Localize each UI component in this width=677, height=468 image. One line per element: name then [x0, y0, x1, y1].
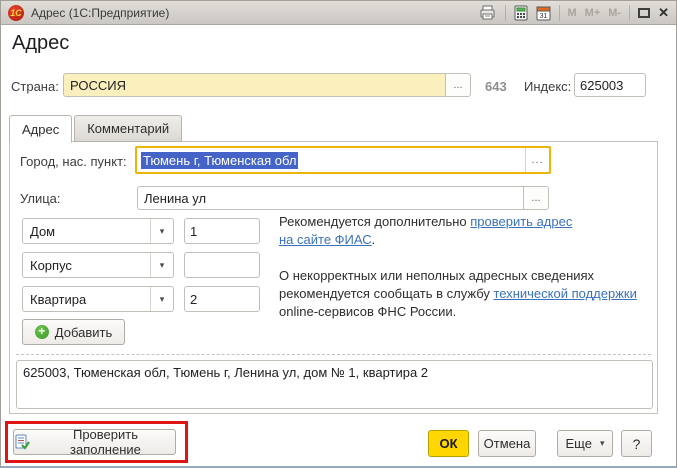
memory-plus-button[interactable]: M+ [585, 7, 601, 19]
fias-site-link[interactable]: на сайте ФИАС [279, 232, 372, 247]
check-document-icon [14, 434, 30, 450]
address-summary-box[interactable]: 625003, Тюменская обл, Тюмень г, Ленина … [16, 360, 653, 409]
city-input[interactable]: Тюмень г, Тюменская обл [137, 148, 525, 172]
fns-hint: О некорректных или неполных адресных све… [279, 267, 651, 321]
address-tab-panel: Город, нас. пункт: Тюмень г, Тюменская о… [9, 141, 658, 414]
more-button-label: Еще [566, 436, 592, 451]
tech-support-link[interactable]: технической поддержки [493, 286, 636, 301]
titlebar-separator [505, 5, 506, 21]
country-field: ... [63, 73, 471, 97]
block-type-value: Корпус [23, 258, 150, 273]
ok-button[interactable]: ОК [428, 430, 469, 457]
city-choose-button[interactable]: ... [525, 148, 549, 172]
add-button[interactable]: + Добавить [22, 319, 125, 345]
check-fill-label: Проверить заполнение [36, 427, 175, 457]
fns-hint-line2: рекомендуется сообщать в службу [279, 286, 493, 301]
flat-type-dropdown[interactable]: Квартира ▾ [22, 286, 174, 312]
calendar-icon[interactable]: 31 [536, 5, 551, 21]
street-choose-button[interactable]: ... [523, 186, 549, 210]
fns-hint-line3: online-сервисов ФНС России. [279, 303, 651, 321]
check-address-link[interactable]: проверить адрес [470, 214, 572, 229]
window-title: Адрес (1С:Предприятие) [31, 6, 169, 20]
add-button-label: Добавить [55, 325, 112, 340]
house-type-value: Дом [23, 224, 150, 239]
help-button[interactable]: ? [621, 430, 652, 457]
chevron-down-icon[interactable]: ▾ [150, 219, 173, 243]
memory-recall-button[interactable]: M [568, 7, 577, 19]
country-input[interactable] [63, 73, 445, 97]
fias-hint: Рекомендуется дополнительно проверить ад… [279, 213, 651, 249]
print-icon[interactable] [479, 5, 497, 21]
fias-hint-text: Рекомендуется дополнительно [279, 214, 470, 229]
country-choose-button[interactable]: ... [445, 73, 471, 97]
street-field: ... [137, 186, 549, 210]
titlebar-separator [629, 5, 630, 21]
close-icon[interactable]: ✕ [658, 6, 669, 19]
chevron-down-icon: ▾ [600, 438, 605, 449]
1c-logo-icon: 1С [8, 5, 24, 21]
chevron-down-icon[interactable]: ▾ [150, 253, 173, 277]
more-button[interactable]: Еще ▾ [557, 430, 613, 457]
city-selected-text: Тюмень г, Тюменская обл [141, 152, 298, 169]
page-title: Адрес [12, 32, 69, 55]
city-label: Город, нас. пункт: [20, 154, 127, 169]
plus-icon: + [35, 325, 49, 339]
street-input[interactable] [137, 186, 523, 210]
index-input[interactable] [574, 73, 646, 97]
memory-minus-button[interactable]: M- [608, 7, 621, 19]
check-fill-button[interactable]: Проверить заполнение [13, 429, 176, 455]
country-label: Страна: [11, 79, 59, 94]
street-label: Улица: [20, 191, 61, 206]
address-dialog-window: 1С Адрес (1С:Предприятие) [0, 0, 677, 468]
tab-bar: Адрес Комментарий [9, 115, 184, 143]
titlebar-separator [559, 5, 560, 21]
city-field[interactable]: Тюмень г, Тюменская обл ... [135, 146, 551, 174]
cancel-button[interactable]: Отмена [478, 430, 536, 457]
house-number-input[interactable] [184, 218, 260, 244]
calculator-icon[interactable] [514, 5, 528, 21]
chevron-down-icon[interactable]: ▾ [150, 287, 173, 311]
fns-hint-line1: О некорректных или неполных адресных све… [279, 267, 651, 285]
titlebar: 1С Адрес (1С:Предприятие) [1, 1, 676, 25]
tab-comment[interactable]: Комментарий [74, 115, 182, 142]
flat-number-input[interactable] [184, 286, 260, 312]
dashed-separator [16, 354, 651, 355]
index-label: Индекс: [524, 79, 571, 94]
house-type-dropdown[interactable]: Дом ▾ [22, 218, 174, 244]
svg-text:31: 31 [539, 13, 547, 20]
maximize-icon[interactable] [638, 8, 650, 18]
fias-hint-period: . [372, 232, 376, 247]
block-number-input[interactable] [184, 252, 260, 278]
country-code: 643 [485, 79, 507, 94]
flat-type-value: Квартира [23, 292, 150, 307]
block-type-dropdown[interactable]: Корпус ▾ [22, 252, 174, 278]
tab-address[interactable]: Адрес [9, 115, 72, 143]
